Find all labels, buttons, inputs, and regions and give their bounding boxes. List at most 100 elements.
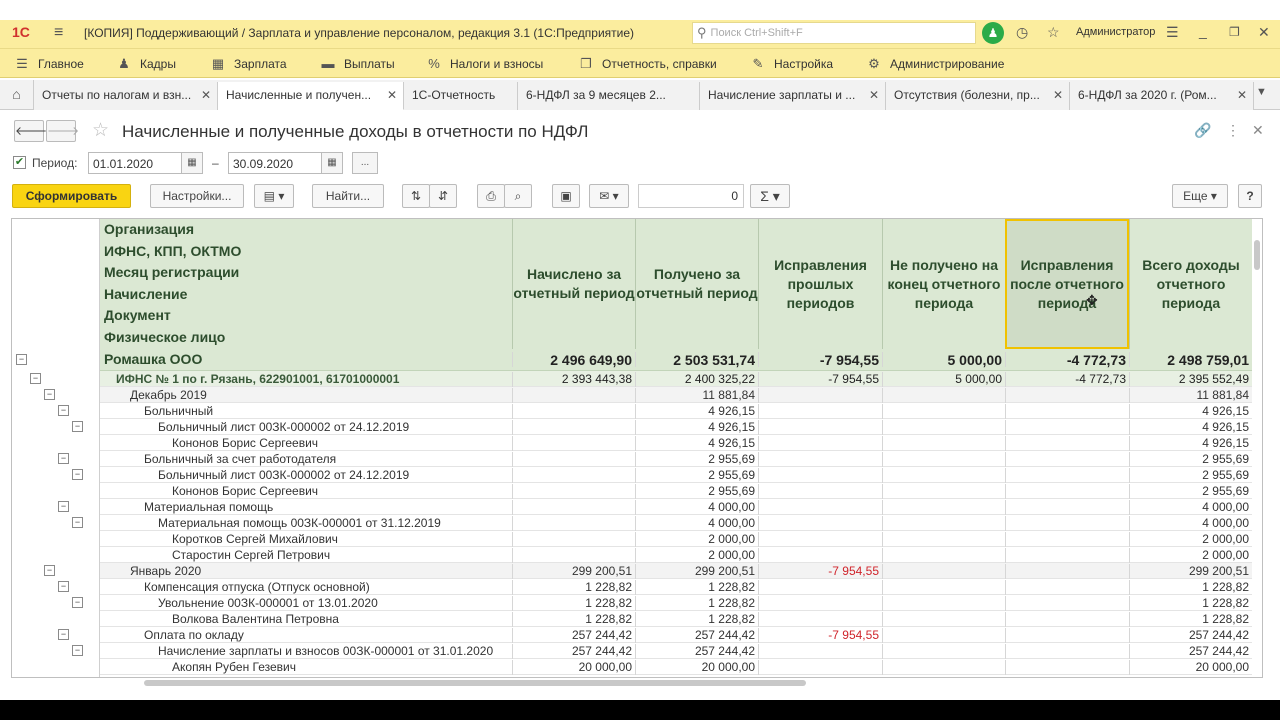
restore-icon[interactable]: ❐	[1229, 25, 1240, 39]
table-row[interactable]: Старостин Сергей Петрович 2 000,00 2 000,0…	[100, 547, 1252, 563]
cell-not-received[interactable]	[882, 500, 1005, 515]
sort-ascending-icon[interactable]: ⇅	[402, 184, 430, 208]
cell-not-received[interactable]	[882, 532, 1005, 547]
report-spreadsheet[interactable]: Организация ИФНС, КПП, ОКТМО Месяц регис…	[11, 218, 1263, 678]
cell-received[interactable]: 299 200,51	[635, 564, 758, 579]
close-tab-icon[interactable]: ✕	[387, 88, 397, 102]
cell-received[interactable]: 20 000,00	[635, 660, 758, 675]
cell-received[interactable]: 2 000,00	[635, 532, 758, 547]
cell-corrections-after[interactable]	[1005, 404, 1129, 419]
cell-total[interactable]: 2 955,69	[1129, 468, 1252, 483]
table-row[interactable]: Начисление зарплаты и взносов 00ЗК-00000…	[100, 643, 1252, 659]
main-menu-icon[interactable]: ≡	[54, 24, 63, 42]
tab-accrued-income[interactable]: Начисленные и получен... ✕	[218, 82, 404, 110]
cell-accrued[interactable]	[512, 516, 635, 531]
column-header-total[interactable]: Всего доходы отчетного периода	[1129, 219, 1252, 349]
forward-button[interactable]: 🡒	[46, 120, 79, 142]
cell-corrections-past[interactable]: -7 954,55	[758, 564, 882, 579]
cell-received[interactable]: 2 955,69	[635, 484, 758, 499]
cell-corrections-after[interactable]	[1005, 580, 1129, 595]
sort-descending-icon[interactable]: ⇵	[429, 184, 457, 208]
cell-corrections-after[interactable]	[1005, 436, 1129, 451]
collapse-toggle-icon[interactable]: −	[44, 389, 55, 400]
table-row[interactable]: Больничный за счет работодателя 2 955,69 2…	[100, 451, 1252, 467]
favorite-star-icon[interactable]: ☆	[92, 119, 109, 142]
cell-not-received[interactable]	[882, 644, 1005, 659]
cell-accrued[interactable]: 2 393 443,38	[512, 372, 635, 387]
cell-not-received[interactable]	[882, 484, 1005, 499]
cell-corrections-after[interactable]	[1005, 420, 1129, 435]
cell-corrections-after[interactable]: -4 772,73	[1005, 372, 1129, 387]
cell-total[interactable]: 2 000,00	[1129, 548, 1252, 563]
cell-received[interactable]: 4 926,15	[635, 436, 758, 451]
email-send-icon[interactable]: ✉ ▾	[589, 184, 629, 208]
collapse-toggle-icon[interactable]: −	[58, 629, 69, 640]
collapse-toggle-icon[interactable]: −	[58, 581, 69, 592]
cell-not-received[interactable]	[882, 580, 1005, 595]
cell-total[interactable]: 2 955,69	[1129, 452, 1252, 467]
cell-total[interactable]: 2 395 552,49	[1129, 372, 1252, 387]
table-row[interactable]: Увольнение 00ЗК-000001 от 13.01.2020 1 22…	[100, 595, 1252, 611]
cell-total[interactable]: 299 200,51	[1129, 564, 1252, 579]
cell-not-received[interactable]: 5 000,00	[882, 372, 1005, 387]
more-button[interactable]: Еще ▾	[1172, 184, 1228, 208]
tab-absences[interactable]: Отсутствия (болезни, пр... ✕	[886, 82, 1070, 110]
cell-corrections-past[interactable]: -7 954,55	[758, 628, 882, 643]
cell-total[interactable]: 2 498 759,01	[1129, 352, 1252, 368]
collapse-toggle-icon[interactable]: −	[72, 517, 83, 528]
section-taxes[interactable]: % Налоги и взносы	[426, 56, 543, 71]
table-row[interactable]: ИФНС № 1 по г. Рязань, 622901001, 617010…	[100, 371, 1252, 387]
cell-not-received[interactable]: 5 000,00	[882, 352, 1005, 368]
close-tab-icon[interactable]: ✕	[1237, 88, 1247, 102]
cell-not-received[interactable]	[882, 628, 1005, 643]
cell-corrections-after[interactable]	[1005, 596, 1129, 611]
close-tab-icon[interactable]: ✕	[869, 88, 879, 102]
cell-total[interactable]: 11 881,84	[1129, 388, 1252, 403]
cell-total[interactable]: 20 000,00	[1129, 660, 1252, 675]
cell-corrections-after[interactable]	[1005, 500, 1129, 515]
sum-value-input[interactable]: 0	[638, 184, 744, 208]
period-select-button[interactable]: ...	[352, 152, 378, 174]
print-preview-icon[interactable]: ⌕	[504, 184, 532, 208]
cell-received[interactable]: 4 000,00	[635, 516, 758, 531]
cell-total[interactable]: 257 244,42	[1129, 644, 1252, 659]
cell-not-received[interactable]	[882, 516, 1005, 531]
cell-received[interactable]: 4 926,15	[635, 420, 758, 435]
period-checkbox[interactable]: ✔	[13, 156, 26, 169]
minimize-icon[interactable]: _	[1199, 23, 1207, 39]
cell-not-received[interactable]	[882, 548, 1005, 563]
global-search-input[interactable]: ⚲ Поиск Ctrl+Shift+F	[692, 22, 976, 44]
cell-not-received[interactable]	[882, 388, 1005, 403]
cell-total[interactable]: 2 955,69	[1129, 484, 1252, 499]
link-icon[interactable]: 🔗	[1194, 122, 1211, 139]
cell-accrued[interactable]	[512, 500, 635, 515]
collapse-toggle-icon[interactable]: −	[72, 597, 83, 608]
back-button[interactable]: 🡐	[14, 120, 47, 142]
cell-corrections-after[interactable]	[1005, 612, 1129, 627]
cell-corrections-past[interactable]	[758, 404, 882, 419]
section-reports[interactable]: ❐ Отчетность, справки	[578, 56, 717, 72]
cell-corrections-past[interactable]	[758, 500, 882, 515]
cell-corrections-after[interactable]	[1005, 628, 1129, 643]
table-row[interactable]: Кононов Борис Сергеевич 4 926,15 4 926,15	[100, 435, 1252, 451]
column-header-corrections-past[interactable]: Исправления прошлых периодов	[758, 219, 882, 349]
table-row[interactable]: Больничный лист 00ЗК-000002 от 24.12.201…	[100, 419, 1252, 435]
cell-accrued[interactable]	[512, 532, 635, 547]
section-salary[interactable]: ▦ Зарплата	[210, 56, 287, 72]
cell-not-received[interactable]	[882, 436, 1005, 451]
cell-corrections-after[interactable]	[1005, 660, 1129, 675]
cell-received[interactable]: 2 000,00	[635, 548, 758, 563]
sum-sigma-icon[interactable]: Σ ▾	[750, 184, 790, 208]
cell-corrections-after[interactable]	[1005, 564, 1129, 579]
cell-corrections-after[interactable]	[1005, 532, 1129, 547]
generate-button[interactable]: Сформировать	[12, 184, 131, 208]
table-row[interactable]: Коротков Сергей Михайлович 2 000,00 2 000,…	[100, 531, 1252, 547]
cell-received[interactable]: 257 244,42	[635, 644, 758, 659]
collapse-toggle-icon[interactable]: −	[58, 405, 69, 416]
cell-corrections-past[interactable]	[758, 548, 882, 563]
close-tab-icon[interactable]: ✕	[201, 88, 211, 102]
cell-corrections-after[interactable]	[1005, 468, 1129, 483]
date-to-input[interactable]: 30.09.2020	[228, 152, 322, 174]
cell-total[interactable]: 4 000,00	[1129, 516, 1252, 531]
cell-received[interactable]: 2 955,69	[635, 468, 758, 483]
